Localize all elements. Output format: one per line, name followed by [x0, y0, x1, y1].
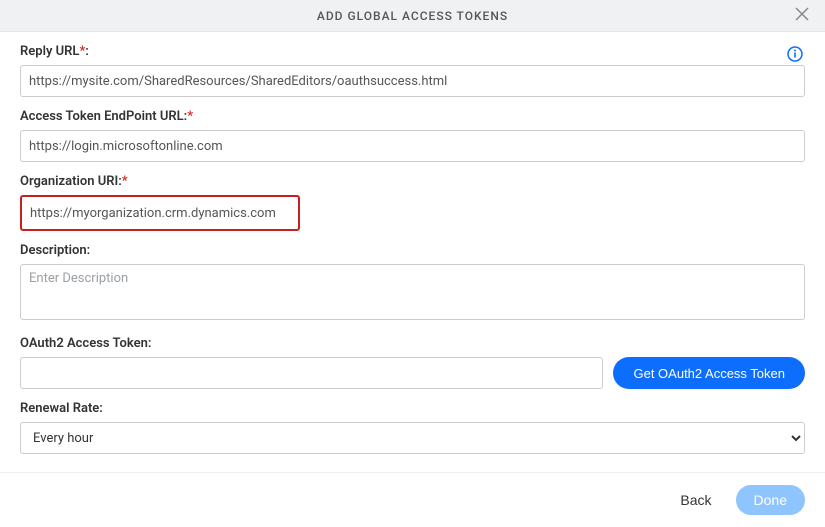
- oauth-token-input[interactable]: [20, 357, 603, 389]
- oauth-token-label: OAuth2 Access Token:: [20, 336, 805, 351]
- dialog-footer: Back Done: [0, 472, 825, 527]
- oauth-token-group: OAuth2 Access Token: Get OAuth2 Access T…: [20, 336, 805, 389]
- get-oauth-token-button[interactable]: Get OAuth2 Access Token: [613, 357, 805, 389]
- org-uri-label: Organization URI:*: [20, 174, 805, 189]
- reply-url-input[interactable]: [20, 65, 805, 97]
- renewal-select[interactable]: Every hour: [20, 422, 805, 454]
- org-uri-group: Organization URI:*: [20, 174, 805, 231]
- dialog-title: ADD GLOBAL ACCESS TOKENS: [317, 9, 508, 23]
- dialog-body: Reply URL*: Access Token EndPoint URL:* …: [0, 32, 825, 472]
- info-icon[interactable]: [787, 46, 803, 66]
- endpoint-input[interactable]: [20, 130, 805, 162]
- close-icon[interactable]: [789, 5, 815, 27]
- description-input[interactable]: [20, 264, 805, 320]
- reply-url-group: Reply URL*:: [20, 44, 805, 97]
- renewal-group: Renewal Rate: Every hour: [20, 401, 805, 454]
- description-group: Description:: [20, 243, 805, 324]
- oauth-token-row: Get OAuth2 Access Token: [20, 357, 805, 389]
- dialog-header: ADD GLOBAL ACCESS TOKENS: [0, 0, 825, 32]
- description-label: Description:: [20, 243, 805, 258]
- back-button[interactable]: Back: [672, 486, 719, 514]
- endpoint-label: Access Token EndPoint URL:*: [20, 109, 805, 124]
- done-button[interactable]: Done: [736, 485, 805, 515]
- endpoint-group: Access Token EndPoint URL:*: [20, 109, 805, 162]
- dialog: ADD GLOBAL ACCESS TOKENS Reply URL*: Acc…: [0, 0, 825, 527]
- reply-url-label: Reply URL*:: [20, 44, 805, 59]
- org-uri-input[interactable]: [20, 195, 300, 231]
- renewal-label: Renewal Rate:: [20, 401, 805, 416]
